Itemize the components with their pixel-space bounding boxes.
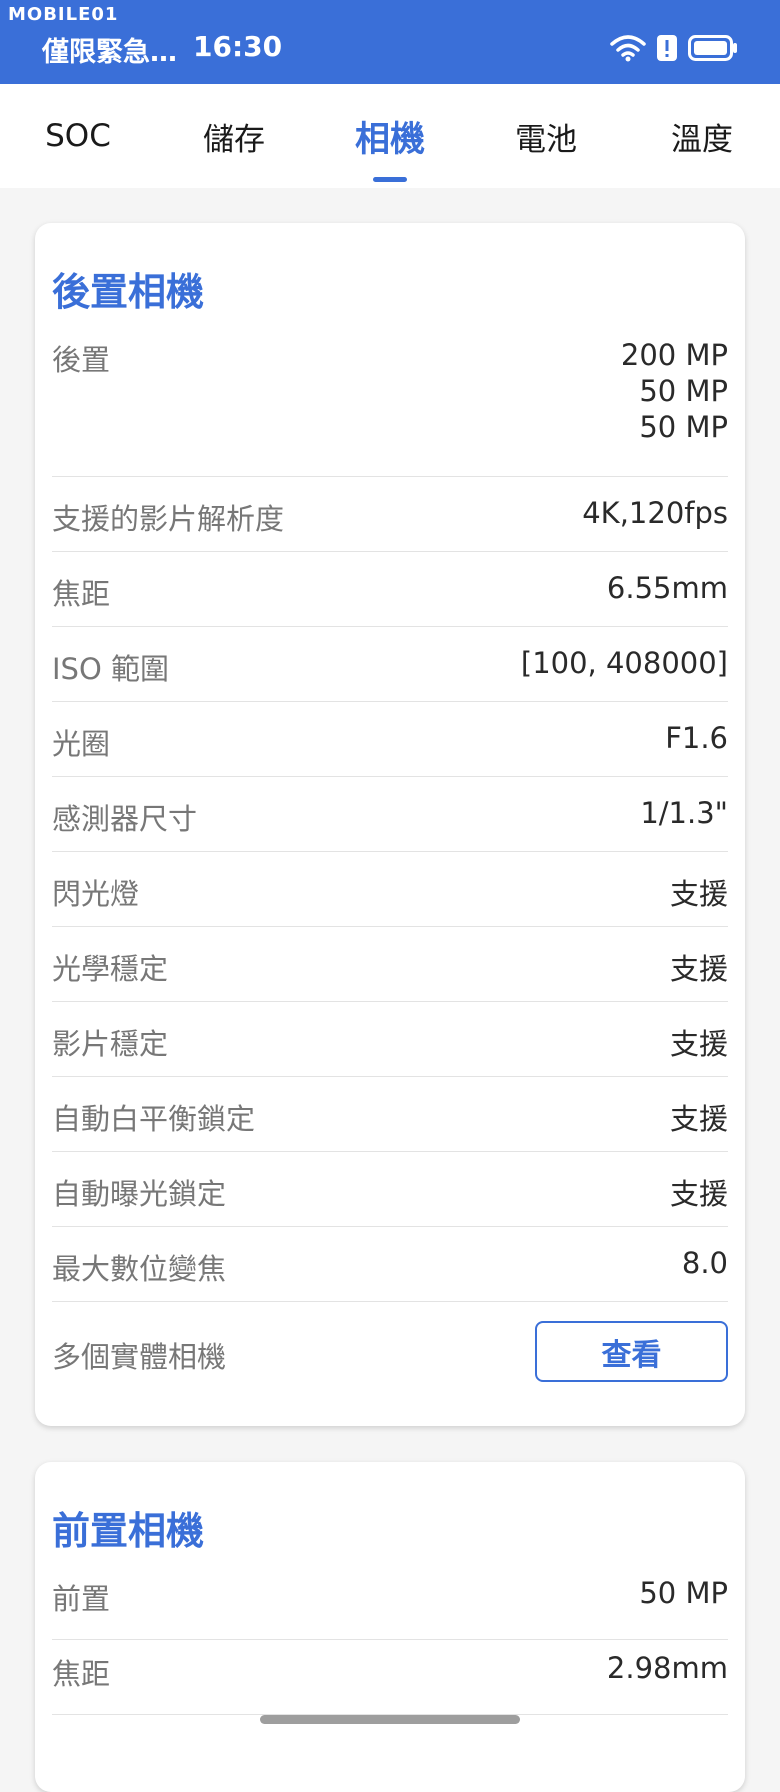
front-camera-title: 前置相機 (52, 1509, 205, 1553)
spec-row-aperture: 光圈 F1.6 (52, 701, 728, 777)
spec-label: ISO 範圍 (52, 652, 170, 686)
spec-value: 6.55mm (606, 571, 728, 605)
spec-value: 50 MP (639, 1576, 728, 1610)
wifi-icon (610, 34, 646, 66)
tab-camera[interactable]: 相機 (312, 84, 468, 188)
spec-value: 支援 (669, 877, 728, 911)
tab-bar: SOC 儲存 相機 電池 溫度 (0, 84, 780, 188)
watermark-logo: MOBILE01 (8, 4, 119, 25)
spec-row-front-focal-length: 焦距 2.98mm (52, 1639, 728, 1715)
spec-label: 光學穩定 (52, 952, 169, 986)
spec-row-video-stabilization: 影片穩定 支援 (52, 1001, 728, 1077)
spec-label: 光圈 (52, 727, 111, 761)
active-tab-indicator (373, 177, 407, 182)
spec-label: 支援的影片解析度 (52, 502, 285, 536)
spec-label: 後置 (52, 343, 111, 377)
spec-label: 自動白平衡鎖定 (52, 1102, 256, 1136)
spec-row-front-resolution: 前置 50 MP (52, 1564, 728, 1640)
spec-value: 支援 (669, 1177, 728, 1211)
front-camera-card: 前置相機 前置 50 MP 焦距 2.98mm (35, 1462, 745, 1792)
rear-lens-resolution: 50 MP (639, 374, 728, 408)
spec-value: 2.98mm (606, 1651, 728, 1685)
spec-label: 影片穩定 (52, 1027, 169, 1061)
spec-row-sensor-size: 感測器尺寸 1/1.3" (52, 776, 728, 852)
home-indicator[interactable] (260, 1715, 520, 1724)
clock: 16:30 (193, 30, 283, 63)
view-physical-cameras-button[interactable]: 查看 (535, 1321, 728, 1382)
spec-label: 焦距 (52, 1657, 111, 1691)
spec-label: 焦距 (52, 577, 111, 611)
spec-row-optical-stabilization: 光學穩定 支援 (52, 926, 728, 1002)
spec-value: 200 MP 50 MP 50 MP (621, 337, 728, 445)
spec-value: 8.0 (681, 1246, 728, 1280)
status-icons (610, 34, 738, 66)
spec-value: 支援 (669, 1027, 728, 1061)
alert-icon (656, 34, 678, 66)
rear-camera-card: 後置相機 後置 200 MP 50 MP 50 MP 支援的影片解析度 4K,1… (35, 223, 745, 1426)
spec-row-physical-cameras: 多個實體相機 查看 (52, 1301, 728, 1401)
rear-lens-resolution: 50 MP (639, 410, 728, 444)
status-bar: MOBILE01 僅限緊急… 16:30 (0, 0, 780, 84)
spec-value: F1.6 (665, 721, 728, 755)
spec-label: 自動曝光鎖定 (52, 1177, 227, 1211)
tab-battery[interactable]: 電池 (468, 84, 624, 188)
spec-label: 前置 (52, 1582, 111, 1616)
rear-lens-resolution: 200 MP (620, 338, 728, 372)
spec-value: 4K,120fps (582, 496, 728, 530)
spec-row-flash: 閃光燈 支援 (52, 851, 728, 927)
spec-label: 感測器尺寸 (52, 802, 198, 836)
spec-value: 1/1.3" (640, 796, 728, 830)
rear-camera-title: 後置相機 (52, 270, 205, 314)
spec-label: 閃光燈 (52, 877, 140, 911)
spec-row-iso-range: ISO 範圍 [100, 408000] (52, 626, 728, 702)
spec-value: 支援 (669, 1102, 728, 1136)
battery-icon (688, 35, 738, 65)
spec-row-video-resolution: 支援的影片解析度 4K,120fps (52, 476, 728, 552)
spec-row-max-digital-zoom: 最大數位變焦 8.0 (52, 1226, 728, 1302)
carrier-label: 僅限緊急… (42, 37, 177, 68)
tab-soc[interactable]: SOC (0, 84, 156, 188)
spec-row-rear-resolution: 後置 200 MP 50 MP 50 MP (52, 325, 728, 477)
spec-value: 支援 (669, 952, 728, 986)
spec-label: 多個實體相機 (52, 1340, 227, 1374)
tab-temperature[interactable]: 溫度 (624, 84, 780, 188)
spec-label: 最大數位變焦 (52, 1252, 227, 1286)
spec-row-awb-lock: 自動白平衡鎖定 支援 (52, 1076, 728, 1152)
spec-row-focal-length: 焦距 6.55mm (52, 551, 728, 627)
spec-value: [100, 408000] (520, 646, 728, 680)
spec-row-ae-lock: 自動曝光鎖定 支援 (52, 1151, 728, 1227)
tab-storage[interactable]: 儲存 (156, 84, 312, 188)
